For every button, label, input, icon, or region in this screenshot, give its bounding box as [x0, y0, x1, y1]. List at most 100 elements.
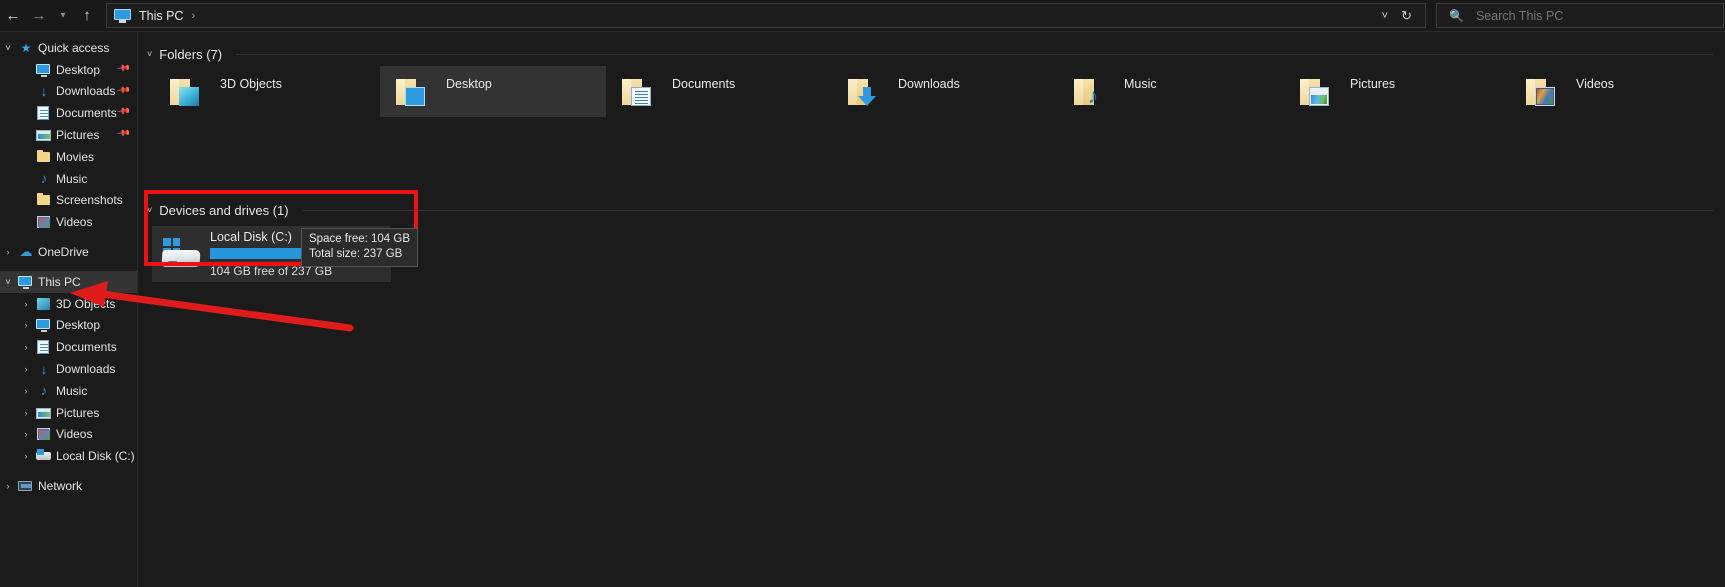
- folder-icon: [168, 75, 202, 109]
- search-input[interactable]: [1473, 7, 1694, 24]
- chevron-right-icon[interactable]: ›: [18, 364, 34, 374]
- sidebar-item-3d-objects[interactable]: › 3D Objects: [0, 293, 137, 315]
- sidebar-item-local-disk-c[interactable]: › Local Disk (C:): [0, 445, 137, 467]
- up-button[interactable]: ↑: [74, 0, 100, 31]
- folder-item-label: Documents: [672, 76, 736, 91]
- sidebar-item-this-pc[interactable]: ˅ This PC: [0, 270, 137, 293]
- top-toolbar: ← → ▾ ↑ This PC › ˅ ↻ 🔍: [0, 0, 1725, 31]
- chevron-right-icon[interactable]: ›: [18, 342, 34, 352]
- pin-icon[interactable]: 📌: [116, 126, 131, 142]
- chevron-right-icon[interactable]: ›: [0, 247, 16, 257]
- sidebar-item-label: Quick access: [38, 40, 110, 55]
- sidebar-item-pictures[interactable]: Pictures 📌: [0, 124, 137, 146]
- sidebar-item-videos[interactable]: Videos: [0, 211, 137, 233]
- pin-icon[interactable]: 📌: [116, 82, 131, 98]
- recent-locations-button[interactable]: ▾: [52, 0, 74, 31]
- file-list-pane[interactable]: ˅ Folders (7) 3D Objects Desktop Documents…: [139, 32, 1725, 587]
- drive-tooltip: Space free: 104 GB Total size: 237 GB: [301, 228, 419, 267]
- tooltip-space-free: Space free: 104 GB: [309, 233, 411, 245]
- sidebar-item-pictures[interactable]: › Pictures: [0, 402, 137, 424]
- folder-item-documents[interactable]: Documents: [606, 66, 832, 117]
- sidebar-item-downloads[interactable]: ↓ Downloads 📌: [0, 81, 137, 103]
- sidebar-item-label: Documents: [56, 106, 117, 121]
- document-icon: [34, 105, 54, 121]
- folder-item-downloads[interactable]: Downloads: [832, 66, 1058, 117]
- star-icon: ★: [20, 40, 32, 55]
- chevron-down-icon[interactable]: ˅: [0, 43, 16, 53]
- folder-icon: [34, 192, 54, 208]
- cube-icon: [34, 296, 54, 312]
- sidebar-item-downloads[interactable]: › ↓ Downloads: [0, 358, 137, 380]
- refresh-icon[interactable]: ↻: [1398, 8, 1421, 24]
- network-icon: [16, 478, 36, 494]
- chevron-right-icon[interactable]: ›: [18, 386, 34, 396]
- address-chevron-down-icon[interactable]: ˅: [1372, 10, 1398, 22]
- chevron-right-icon[interactable]: ›: [18, 320, 34, 330]
- sidebar-item-desktop[interactable]: › Desktop: [0, 315, 137, 337]
- sidebar-item-label: Screenshots: [56, 193, 123, 208]
- folder-item-desktop[interactable]: Desktop: [380, 66, 606, 117]
- chevron-right-icon[interactable]: ›: [18, 429, 34, 439]
- folder-icon: [1298, 75, 1332, 109]
- picture-icon: [34, 127, 54, 143]
- sidebar-item-screenshots[interactable]: Screenshots: [0, 190, 137, 212]
- folder-item-pictures[interactable]: Pictures: [1284, 66, 1510, 117]
- search-icon: 🔍: [1449, 8, 1464, 23]
- sidebar-item-label: Movies: [56, 149, 95, 164]
- folder-emblem-icon: [857, 86, 877, 106]
- sidebar-item-music[interactable]: ♪ Music: [0, 168, 137, 190]
- sidebar-item-documents[interactable]: Documents 📌: [0, 102, 137, 124]
- folder-item-label: Desktop: [446, 76, 492, 91]
- video-icon: [34, 214, 54, 230]
- sidebar-item-label: Local Disk (C:): [56, 449, 135, 464]
- folder-icon: [1524, 75, 1558, 109]
- group-header-folders[interactable]: ˅ Folders (7): [139, 42, 1717, 66]
- sidebar-item-documents[interactable]: › Documents: [0, 336, 137, 358]
- music-icon: ♪: [40, 382, 48, 398]
- sidebar-item-quick-access[interactable]: ˅ ★ Quick access: [0, 37, 137, 59]
- folder-item-videos[interactable]: Videos: [1510, 66, 1725, 117]
- chevron-right-icon[interactable]: ›: [0, 481, 16, 491]
- pin-icon[interactable]: 📌: [116, 60, 131, 76]
- chevron-right-icon[interactable]: ›: [18, 451, 34, 461]
- disk-icon: [34, 448, 54, 464]
- folder-emblem-icon: [405, 86, 425, 106]
- folder-item-3d-objects[interactable]: 3D Objects: [154, 66, 380, 117]
- pin-icon[interactable]: 📌: [116, 104, 131, 120]
- sidebar-item-label: OneDrive: [38, 245, 89, 260]
- sidebar-item-desktop[interactable]: Desktop 📌: [0, 59, 137, 81]
- sidebar-item-label: Network: [38, 479, 83, 494]
- hard-drive-icon: [160, 236, 204, 272]
- folder-icon: ♪: [1072, 75, 1106, 109]
- sidebar-item-music[interactable]: › ♪ Music: [0, 380, 137, 402]
- back-button[interactable]: ←: [0, 0, 26, 31]
- navigation-pane[interactable]: ˅ ★ Quick access Desktop 📌 ↓ Downloads 📌 Documen…: [0, 32, 138, 587]
- sidebar-item-label: Downloads: [56, 362, 116, 377]
- folder-emblem-icon: [1535, 86, 1555, 106]
- search-box[interactable]: 🔍: [1436, 3, 1724, 28]
- group-header-rule: [302, 209, 1713, 211]
- chevron-down-icon[interactable]: ˅: [0, 277, 16, 287]
- chevron-right-icon[interactable]: ›: [18, 408, 34, 418]
- sidebar-item-onedrive[interactable]: › ☁ OneDrive: [0, 241, 137, 263]
- folder-item-label: Downloads: [898, 76, 960, 91]
- folders-grid[interactable]: 3D Objects Desktop Documents Downloads ♪ Musi…: [154, 66, 1714, 117]
- folder-item-label: 3D Objects: [220, 76, 282, 91]
- sidebar-item-label: Music: [56, 383, 88, 398]
- folder-item-music[interactable]: ♪ Music: [1058, 66, 1284, 117]
- sidebar-item-network[interactable]: › Network: [0, 475, 137, 497]
- breadcrumb-item-this-pc[interactable]: This PC: [137, 9, 185, 23]
- forward-button[interactable]: →: [26, 0, 52, 31]
- sidebar-item-label: Desktop: [56, 318, 101, 333]
- folder-emblem-icon: ♪: [1087, 84, 1099, 108]
- download-icon: ↓: [40, 361, 48, 378]
- group-header-devices-and-drives[interactable]: ˅ Devices and drives (1): [139, 198, 1717, 222]
- address-bar[interactable]: This PC › ˅ ↻: [106, 3, 1426, 28]
- chevron-right-icon[interactable]: ›: [18, 299, 34, 309]
- chevron-down-icon[interactable]: ˅: [147, 205, 152, 215]
- sidebar-item-movies[interactable]: Movies: [0, 146, 137, 168]
- breadcrumb-separator-icon[interactable]: ›: [185, 10, 202, 22]
- chevron-down-icon[interactable]: ˅: [147, 49, 152, 59]
- sidebar-item-videos[interactable]: › Videos: [0, 424, 137, 446]
